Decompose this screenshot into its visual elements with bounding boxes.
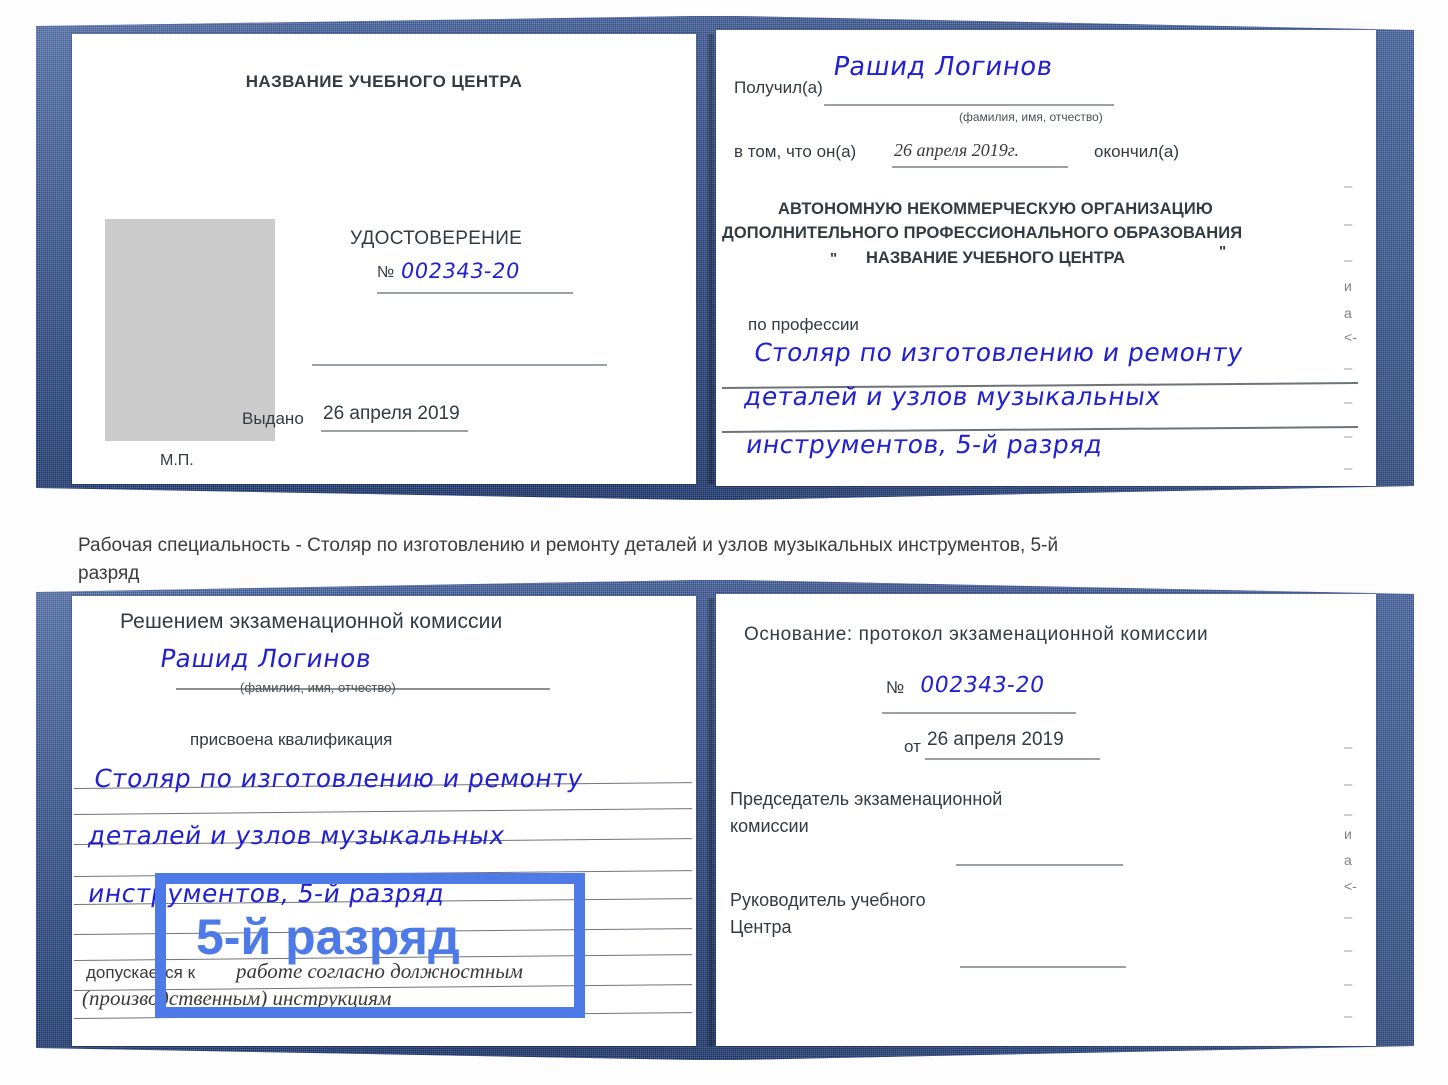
top-left-issued-rule xyxy=(321,430,468,432)
bottom-right-date-rule xyxy=(925,758,1100,760)
bottom-right-margin-dash-6: – xyxy=(1344,976,1353,993)
top-right-that-value: 26 апреля 2019г. xyxy=(894,140,1020,160)
bottom-left-qualification-line-2: деталей и узлов музыкальных xyxy=(86,821,508,850)
bottom-right-director-signature-rule xyxy=(960,966,1126,968)
bottom-right-number-value: 002343-20 xyxy=(918,673,1047,698)
bottom-right-margin-dash-4: – xyxy=(1344,909,1353,926)
bottom-left-fio-hint: (фамилия, имя, отчество) xyxy=(240,680,396,695)
top-left-number-label: № xyxy=(377,264,395,281)
ruled-line-2 xyxy=(73,808,692,816)
top-left-number-rule xyxy=(377,292,573,294)
top-left-title: УДОСТОВЕРЕНИЕ xyxy=(350,228,523,249)
bottom-left-qualification-line-1: Столяр по изготовлению и ремонту xyxy=(92,764,586,793)
top-right-fio-hint: (фамилия, имя, отчество) xyxy=(959,110,1103,124)
bottom-left-qualification-label: присвоена квалификация xyxy=(190,730,393,749)
bottom-right-margin-dash-3: – xyxy=(1344,806,1353,823)
top-right-margin-dash-6: – xyxy=(1344,428,1353,445)
top-right-margin-dash-7: – xyxy=(1344,460,1353,477)
bottom-right-date-value: 26 апреля 2019 xyxy=(927,729,1064,750)
top-right-margin-fragment-1: и xyxy=(1344,278,1352,294)
top-left-issued-value: 26 апреля 2019 xyxy=(323,403,460,424)
top-right-org-line-3: НАЗВАНИЕ УЧЕБНОГО ЦЕНТРА xyxy=(866,249,1126,267)
top-right-margin-fragment-2: а xyxy=(1344,305,1352,321)
top-right-profession-line-1: Столяр по изготовлению и ремонту xyxy=(752,338,1246,367)
caption-text: Рабочая специальность - Столяр по изгото… xyxy=(78,535,1059,584)
bottom-right-margin-fragment-2: а xyxy=(1344,852,1352,868)
bottom-right-director-line-2: Центра xyxy=(730,917,792,937)
bottom-right-margin-fragment-3: <- xyxy=(1344,878,1357,894)
top-right-graduated-label: окончил(а) xyxy=(1094,142,1179,161)
top-right-margin-dash-1: – xyxy=(1344,178,1353,195)
bottom-right-date-label: от xyxy=(904,737,921,756)
bottom-left-header: Решением экзаменационной комиссии xyxy=(120,610,503,633)
bottom-right-margin-dash-7: – xyxy=(1344,1008,1353,1025)
highlight-label: 5-й разряд xyxy=(196,909,460,965)
bottom-right-basis-label: Основание: протокол экзаменационной коми… xyxy=(744,624,1209,645)
certificate-top-right-page: Получил(а) Рашид Логинов (фамилия, имя, … xyxy=(716,30,1376,486)
bottom-right-director-line-1: Руководитель учебного xyxy=(730,890,926,910)
top-left-seal-label: М.П. xyxy=(160,452,194,469)
top-right-margin-dash-3: – xyxy=(1344,252,1353,269)
top-right-profession-line-2: деталей и узлов музыкальных xyxy=(742,382,1164,411)
top-left-header: НАЗВАНИЕ УЧЕБНОГО ЦЕНТРА xyxy=(245,72,523,91)
top-right-that-label: в том, что он(а) xyxy=(734,142,857,161)
bottom-left-name-value: Рашид Логинов xyxy=(158,644,374,673)
photo-placeholder xyxy=(105,219,275,441)
bottom-right-margin-dash-5: – xyxy=(1344,942,1353,959)
top-right-received-rule xyxy=(824,104,1114,106)
bottom-right-number-rule xyxy=(882,712,1076,714)
top-right-profession-label: по профессии xyxy=(748,315,859,334)
top-right-margin-dash-4: – xyxy=(1344,360,1353,377)
bottom-right-chairman-line-2: комиссии xyxy=(730,816,809,836)
screenshot-root: НАЗВАНИЕ УЧЕБНОГО ЦЕНТРА УДОСТОВЕРЕНИЕ №… xyxy=(0,0,1448,1085)
top-right-profession-line-3: инструментов, 5-й разряд xyxy=(744,430,1106,459)
top-left-blank-rule xyxy=(312,364,607,366)
top-right-that-rule xyxy=(892,166,1068,168)
certificate-top-left-page: НАЗВАНИЕ УЧЕБНОГО ЦЕНТРА УДОСТОВЕРЕНИЕ №… xyxy=(72,34,696,484)
top-right-received-value: Рашид Логинов xyxy=(831,52,1056,82)
top-right-org-quote-open: " xyxy=(830,250,838,267)
top-right-margin-fragment-3: <- xyxy=(1344,329,1357,345)
top-left-number-value: 002343-20 xyxy=(399,259,522,283)
top-left-issued-label: Выдано xyxy=(242,409,304,428)
top-right-org-quote-close: " xyxy=(1219,243,1227,260)
bottom-right-margin-dash-2: – xyxy=(1344,776,1353,793)
top-right-org-line-1: АВТОНОМНУЮ НЕКОММЕРЧЕСКУЮ ОРГАНИЗАЦИЮ xyxy=(778,200,1213,218)
certificate-bottom-spine xyxy=(706,598,716,1046)
certificate-bottom-right-page: Основание: протокол экзаменационной коми… xyxy=(716,594,1376,1046)
bottom-right-number-label: № xyxy=(886,678,905,697)
certificate-top-spine xyxy=(706,34,716,484)
top-right-received-label: Получил(а) xyxy=(734,78,823,97)
top-right-margin-dash-5: – xyxy=(1344,394,1353,411)
bottom-right-margin-fragment-1: и xyxy=(1344,826,1352,842)
bottom-right-chairman-line-1: Председатель экзаменационной xyxy=(730,789,1003,809)
bottom-right-chairman-signature-rule xyxy=(956,864,1123,866)
top-right-org-line-2: ДОПОЛНИТЕЛЬНОГО ПРОФЕССИОНАЛЬНОГО ОБРАЗО… xyxy=(722,224,1243,242)
top-right-margin-dash-2: – xyxy=(1344,216,1353,233)
bottom-right-margin-dash-1: – xyxy=(1344,739,1353,756)
